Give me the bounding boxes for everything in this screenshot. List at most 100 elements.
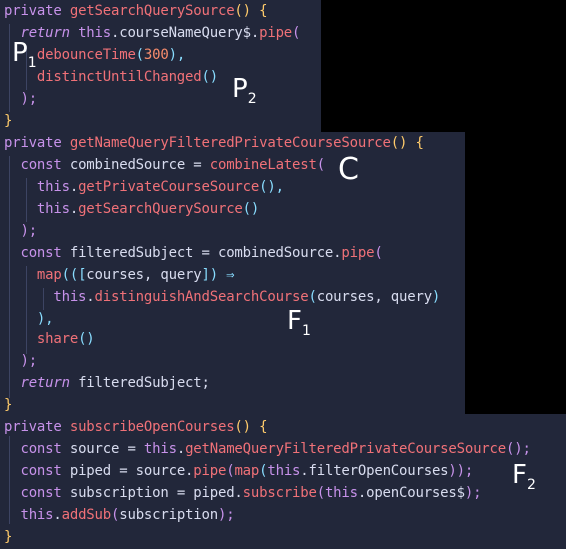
code-token: ); (20, 353, 37, 369)
annotation-letter: F (512, 460, 527, 490)
code-token: 300 (143, 47, 169, 63)
code-token: distinctUntilChanged (36, 69, 202, 85)
code-token: this (36, 179, 70, 195)
code-token: (), (259, 179, 284, 195)
code-line[interactable]: private subscribeOpenCourses() { (4, 416, 268, 438)
code-line[interactable]: const subscription = piped.subscribe(thi… (4, 482, 481, 504)
code-token: ); (217, 507, 235, 523)
annotation-letter: P (12, 38, 28, 68)
code-token: pipe (259, 25, 293, 41)
code-token: combinedSource = (69, 157, 210, 173)
code-line[interactable]: return filteredSubject; (4, 372, 210, 394)
code-line[interactable]: ); (4, 88, 37, 110)
code-token: getSearchQuerySource (69, 3, 235, 19)
annotation-letter: P (232, 74, 248, 104)
annotation-subscript: 1 (301, 323, 311, 340)
annotation-p2: P2 (232, 76, 257, 106)
code-token: map (36, 267, 62, 283)
code-line[interactable]: } (4, 110, 12, 132)
code-token: } (4, 113, 13, 129)
code-line[interactable]: this.distinguishAndSearchCourse(courses,… (4, 286, 440, 308)
code-token: ), (36, 311, 54, 327)
code-line[interactable]: ), (4, 308, 54, 330)
code-token: map (234, 463, 260, 479)
annotation-subscript: 1 (27, 55, 37, 72)
code-line[interactable]: const source = this.getNameQueryFiltered… (4, 438, 530, 460)
code-token: this (267, 463, 301, 479)
code-line[interactable]: private getSearchQuerySource() { (4, 0, 268, 22)
code-token: ( (316, 157, 325, 173)
code-token: const (20, 463, 70, 479)
code-token: pipe (341, 245, 375, 261)
code-token: const (20, 157, 70, 173)
code-token: share (36, 331, 79, 347)
code-token: const (20, 441, 70, 457)
code-token: ]) ⇒ (201, 267, 235, 283)
code-token: getSearchQuerySource (78, 201, 243, 217)
code-line[interactable]: return this.courseNameQuery$.pipe( (4, 22, 300, 44)
code-token: ( (135, 47, 144, 63)
code-line[interactable]: } (4, 526, 12, 548)
code-line[interactable]: const filteredSubject = combinedSource.p… (4, 242, 382, 264)
code-line[interactable]: map(([courses, query]) ⇒ (4, 264, 235, 286)
code-token: ( (308, 289, 317, 305)
code-token: . (69, 179, 79, 195)
code-token: () (242, 201, 260, 217)
annotation-f1: F1 (287, 308, 311, 338)
code-token: } (4, 529, 13, 545)
code-line[interactable]: this.addSub(subscription); (4, 504, 234, 526)
code-token: this (20, 507, 54, 523)
code-token: combineLatest (209, 157, 317, 173)
code-line[interactable]: ); (4, 220, 37, 242)
code-token: ) (431, 289, 441, 305)
code-token: filteredSubject; (78, 375, 210, 391)
code-token: ( (292, 25, 301, 41)
code-token: getNameQueryFilteredPrivateCourseSource (185, 441, 506, 457)
code-line[interactable]: private getNameQueryFilteredPrivateCours… (4, 132, 424, 154)
code-token: ); (464, 485, 482, 501)
code-token: () { (234, 419, 268, 435)
code-token: this (36, 201, 70, 217)
code-token: . (69, 201, 79, 217)
code-token: subscription = piped. (69, 485, 243, 501)
code-token: .courseNameQuery$. (111, 25, 260, 41)
code-token: private (4, 135, 70, 151)
code-token: (([ (61, 267, 87, 283)
code-line[interactable]: const combinedSource = combineLatest( (4, 154, 325, 176)
code-line[interactable]: ); (4, 350, 37, 372)
code-token: source = (69, 441, 144, 457)
code-line[interactable]: this.getSearchQuerySource() (4, 198, 259, 220)
code-token: subscribeOpenCourses (69, 419, 235, 435)
code-line[interactable]: } (4, 394, 12, 416)
code-line[interactable]: share() (4, 328, 95, 350)
code-token: . (53, 507, 62, 523)
code-token: .openCourses$ (357, 485, 465, 501)
code-line[interactable]: const piped = source.pipe(map(this.filte… (4, 460, 473, 482)
code-token: courses, query (86, 267, 202, 283)
annotation-c: C (338, 155, 359, 185)
code-line[interactable]: this.getPrivateCourseSource(), (4, 176, 284, 198)
code-token: ); (20, 91, 37, 107)
annotation-subscript: 2 (247, 91, 257, 108)
code-token: .filterOpenCourses (300, 463, 449, 479)
code-token: pipe (193, 463, 227, 479)
code-token: () { (390, 135, 424, 151)
code-token: debounceTime (36, 47, 136, 63)
code-token: ), (168, 47, 186, 63)
code-token: return (20, 375, 79, 391)
code-token: ); (20, 223, 37, 239)
code-token: } (4, 397, 13, 413)
code-token: this (324, 485, 358, 501)
code-token: this (143, 441, 177, 457)
